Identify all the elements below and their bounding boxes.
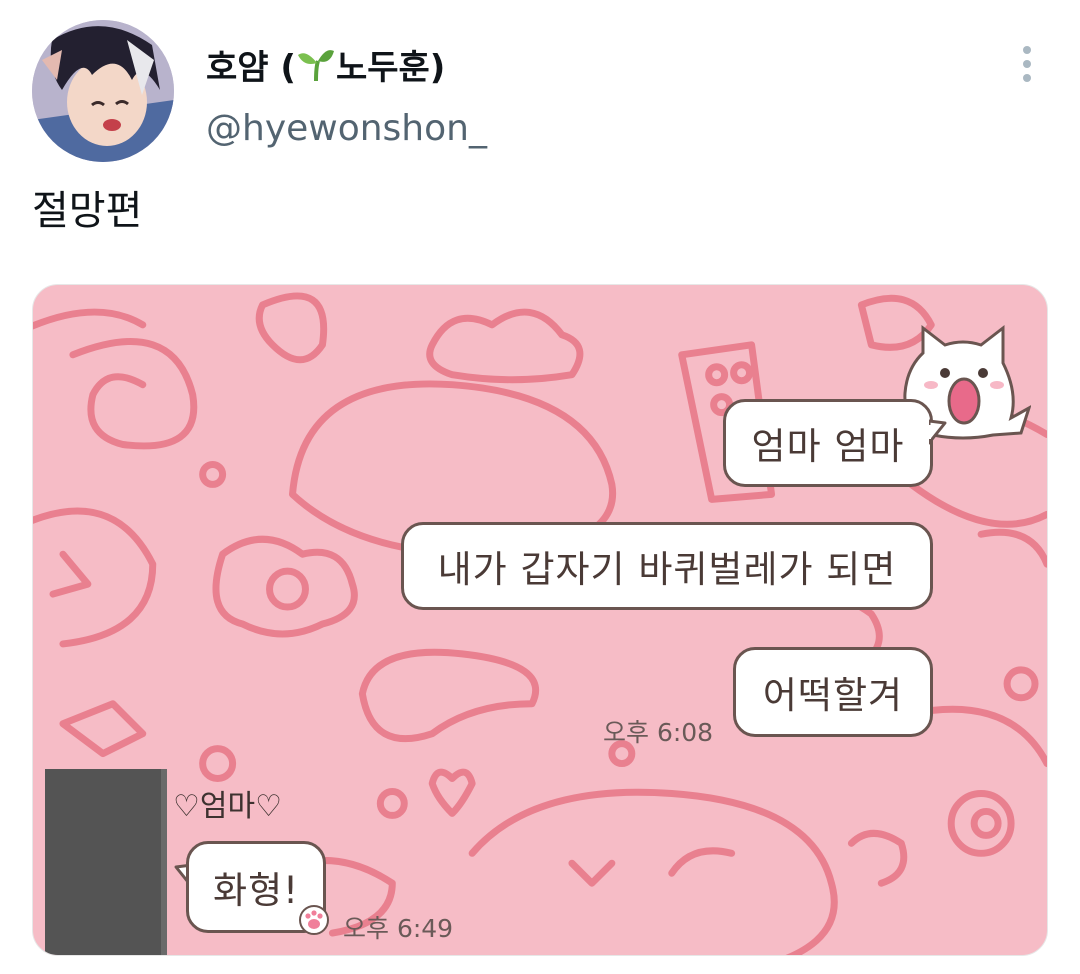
avatar-image bbox=[32, 20, 174, 162]
display-name-suffix: 노두훈) bbox=[335, 48, 446, 88]
outgoing-message-bubble: 내가 갑자기 바퀴벌레가 되면 bbox=[401, 522, 933, 610]
more-vertical-icon[interactable] bbox=[1012, 44, 1042, 84]
tweet-media-image[interactable]: 엄마 엄마 내가 갑자기 바퀴벌레가 되면 어떡할겨 오후 6:08 ♡엄마♡ … bbox=[32, 284, 1048, 956]
display-name[interactable]: 호얌 ( 노두훈) bbox=[206, 40, 445, 89]
display-name-prefix: 호얌 ( bbox=[206, 48, 296, 88]
avatar[interactable] bbox=[32, 20, 174, 162]
paw-icon bbox=[299, 905, 329, 935]
bubble-tail bbox=[929, 419, 947, 445]
user-handle[interactable]: @hyewonshon_ bbox=[206, 108, 487, 149]
sender-name: ♡엄마♡ bbox=[173, 789, 282, 824]
message-timestamp: 오후 6:49 bbox=[343, 914, 454, 943]
outgoing-message-bubble: 엄마 엄마 bbox=[723, 399, 933, 487]
tweet-text: 절망편 bbox=[32, 188, 143, 234]
outgoing-message-bubble: 어떡할겨 bbox=[733, 647, 933, 737]
message-timestamp: 오후 6:08 bbox=[603, 718, 714, 747]
sprout-emoji-icon bbox=[297, 49, 334, 81]
sender-avatar[interactable] bbox=[45, 769, 167, 955]
